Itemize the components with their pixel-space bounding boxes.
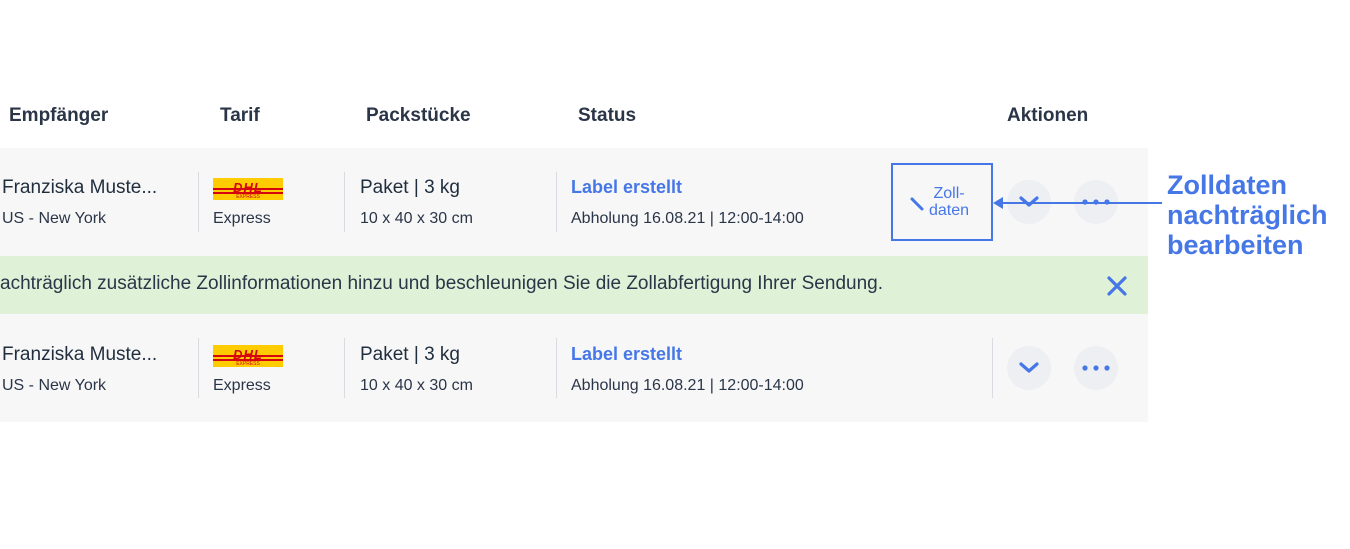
column-divider — [556, 338, 557, 398]
recipient-location: US - New York — [2, 210, 107, 227]
column-divider — [344, 172, 345, 232]
column-header-tariff: Tarif — [220, 105, 260, 126]
package-summary: Paket | 3 kg — [360, 177, 460, 198]
column-header-recipient: Empfänger — [9, 105, 109, 126]
annotation-callout: Zolldaten nachträglich bearbeiten — [1167, 170, 1328, 260]
column-divider — [556, 172, 557, 232]
recipient-location: US - New York — [2, 377, 107, 394]
package-summary: Paket | 3 kg — [360, 344, 460, 365]
expand-row-button[interactable] — [1007, 346, 1051, 390]
recipient-name: Franziska Muste... — [2, 344, 158, 365]
column-divider — [344, 338, 345, 398]
column-divider — [992, 338, 993, 398]
column-header-packages: Packstücke — [366, 105, 471, 126]
table-row[interactable]: Franziska Muste... US - New York DHL EXP… — [0, 314, 1148, 422]
column-divider — [198, 172, 199, 232]
more-actions-button[interactable] — [1074, 346, 1118, 390]
dhl-logo: DHL EXPRESS — [213, 345, 283, 367]
banner-close-button[interactable] — [1104, 273, 1130, 299]
customs-info-banner: achträglich zusätzliche Zollinformatione… — [0, 256, 1148, 314]
recipient-name: Franziska Muste... — [2, 177, 158, 198]
banner-message: achträglich zusätzliche Zollinformatione… — [0, 273, 883, 294]
column-header-actions: Aktionen — [1007, 105, 1089, 126]
status-label[interactable]: Label erstellt — [571, 177, 682, 198]
package-dimensions: 10 x 40 x 30 cm — [360, 210, 473, 227]
pickup-info: Abholung 16.08.21 | 12:00-14:00 — [571, 377, 804, 394]
close-icon — [1107, 276, 1127, 296]
chevron-down-icon — [1019, 362, 1039, 373]
customs-button-label: Zoll- daten — [929, 185, 970, 219]
annotation-arrow — [993, 197, 1162, 209]
status-label[interactable]: Label erstellt — [571, 344, 682, 365]
tariff-name: Express — [213, 377, 271, 394]
pencil-icon — [910, 197, 924, 211]
dhl-logo: DHL EXPRESS — [213, 178, 283, 200]
more-dots-icon — [1082, 365, 1110, 371]
edit-customs-data-button[interactable]: Zoll- daten — [891, 163, 993, 241]
column-header-status: Status — [578, 105, 637, 126]
tariff-name: Express — [213, 210, 271, 227]
column-divider — [198, 338, 199, 398]
pickup-info: Abholung 16.08.21 | 12:00-14:00 — [571, 210, 804, 227]
package-dimensions: 10 x 40 x 30 cm — [360, 377, 473, 394]
